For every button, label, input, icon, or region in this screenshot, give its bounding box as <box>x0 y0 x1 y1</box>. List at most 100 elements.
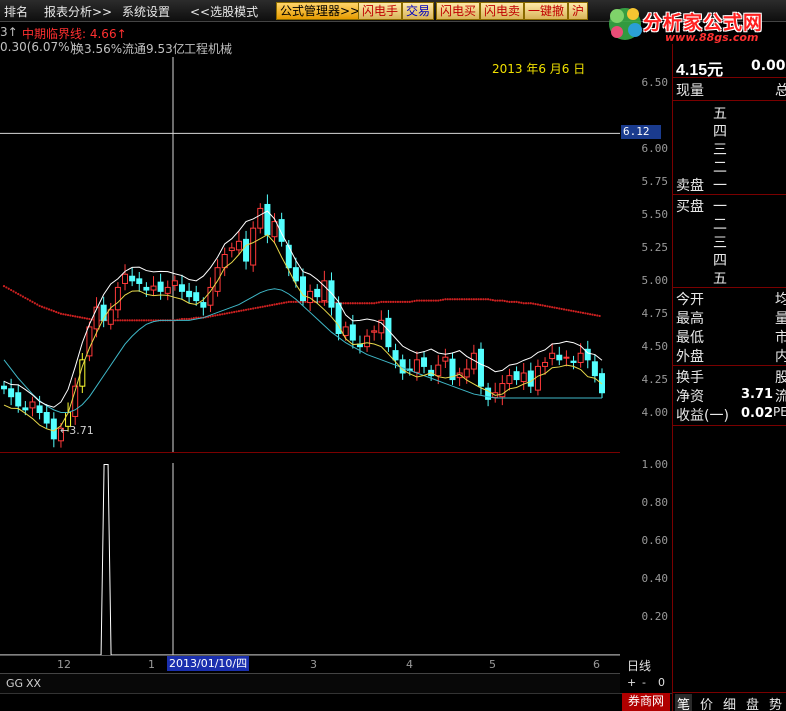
change-value: 0.30(6.07%) <box>0 40 75 54</box>
tab-book[interactable]: 盘 <box>746 694 759 711</box>
critical-line-dot <box>524 302 528 305</box>
gg-tab[interactable]: GG <box>6 677 23 690</box>
critical-line-dot <box>287 300 290 303</box>
zoom-reset-button[interactable]: 0 <box>658 676 665 689</box>
price-axis-tick: 4.75 <box>641 306 669 320</box>
critical-line-dot <box>555 306 559 310</box>
critical-line-dot <box>131 319 134 322</box>
candle-body <box>328 280 335 308</box>
candle-body <box>50 418 57 440</box>
flash-hand-button[interactable]: 闪电手 <box>358 2 403 20</box>
trade-button[interactable]: 交易 <box>402 2 435 20</box>
critical-line-dot <box>126 319 129 322</box>
candle-body <box>214 267 221 292</box>
critical-line-dot <box>21 295 25 298</box>
candle-body <box>15 392 22 407</box>
time-axis: 12 1 3 4 5 6 <box>0 655 620 672</box>
critical-line-dot <box>142 319 146 322</box>
critical-line-dot <box>375 301 378 304</box>
price-axis-tick: 4.50 <box>641 339 669 353</box>
critical-line-dot <box>565 308 568 311</box>
critical-line-dot <box>411 300 414 303</box>
broker-link[interactable]: 券商网 <box>622 693 670 711</box>
critical-line-dot <box>114 319 117 322</box>
price-axis-tick: 4.25 <box>641 372 669 386</box>
zoom-out-button[interactable]: - <box>642 676 646 689</box>
candle-body <box>435 364 442 377</box>
candle-body <box>556 354 563 361</box>
indicator-chart[interactable] <box>0 453 620 655</box>
candle-body <box>527 370 534 387</box>
menu-ranking[interactable]: 排名 <box>4 3 28 20</box>
menu-stock-picking-mode[interactable]: <<选股模式 <box>190 3 258 20</box>
candle-body <box>207 286 214 306</box>
critical-line-dot <box>83 317 86 320</box>
critical-line-dot <box>515 300 518 303</box>
candle-body <box>542 361 549 367</box>
critical-line-dot <box>294 300 297 303</box>
flash-sell-button[interactable]: 闪电卖 <box>480 2 525 20</box>
critical-line-dot <box>463 298 466 301</box>
tab-trend[interactable]: 势 <box>769 694 782 711</box>
critical-line-dot <box>532 302 535 305</box>
critical-line-dot <box>218 313 222 316</box>
tab-price[interactable]: 价 <box>700 694 713 711</box>
critical-line-dot <box>458 298 461 301</box>
critical-line-dot <box>55 310 58 314</box>
candle-body <box>506 375 513 385</box>
critical-line-dot <box>47 308 51 311</box>
critical-line-dot <box>377 301 381 304</box>
critical-line-dot <box>579 311 582 314</box>
critical-line-dot <box>247 308 250 311</box>
critical-line-dot <box>344 302 347 305</box>
flash-buy-button[interactable]: 闪电买 <box>436 2 481 20</box>
critical-line-dot <box>7 287 10 290</box>
critical-line-dot <box>479 298 483 301</box>
one-click-cancel-button[interactable]: 一键撤 <box>524 2 569 20</box>
zoom-in-button[interactable]: + <box>627 676 636 689</box>
critical-line-dot <box>589 313 592 316</box>
critical-line-dot <box>280 302 283 305</box>
critical-line-dot <box>596 314 599 317</box>
critical-line-dot <box>121 319 124 322</box>
critical-line-dot <box>138 319 141 322</box>
menu-system-settings[interactable]: 系统设置 <box>122 3 170 20</box>
critical-line-dot <box>62 313 65 316</box>
critical-line-dot <box>517 301 521 304</box>
period-selector[interactable]: 日线 <box>627 657 651 674</box>
critical-line-dot <box>470 298 473 301</box>
amount-label: 量 <box>775 311 786 327</box>
shanghai-button[interactable]: 沪 <box>568 2 589 20</box>
logo-url: www.88gs.com <box>665 31 759 44</box>
code-fragment: 3↑ <box>0 25 18 39</box>
price-chart[interactable] <box>0 57 620 452</box>
candle-body <box>463 368 470 378</box>
critical-line-dot <box>252 307 255 310</box>
tab-ticks[interactable]: 笔 <box>675 694 693 711</box>
critical-line-dot <box>237 310 241 313</box>
critical-line-dot <box>392 300 395 303</box>
price-axis-tick: 5.75 <box>641 175 669 189</box>
critical-line-dot <box>59 312 63 315</box>
formula-manager-button[interactable]: 公式管理器>> <box>276 2 365 20</box>
menu-report-analysis[interactable]: 报表分析>> <box>44 3 112 20</box>
critical-line-dot <box>536 303 540 306</box>
xx-tab[interactable]: XX <box>26 677 41 690</box>
tab-detail[interactable]: 细 <box>723 694 736 711</box>
critical-line-dot <box>577 310 580 314</box>
critical-line-dot <box>225 312 229 315</box>
critical-line-dot <box>384 300 388 303</box>
sell-level-5: 五 <box>713 106 727 122</box>
panel-divider <box>673 100 786 101</box>
critical-line-dot <box>230 311 233 314</box>
critical-line-dot <box>543 304 547 307</box>
critical-line-dot <box>123 319 127 322</box>
sell-level-3: 三 <box>713 142 727 158</box>
candle-body <box>228 247 235 252</box>
low-label: 最低 <box>676 330 704 346</box>
candle-body <box>107 309 114 325</box>
critical-line-dot <box>422 299 426 302</box>
critical-line-dot <box>581 311 585 314</box>
critical-line-dot <box>482 298 485 301</box>
candle-body <box>43 412 50 424</box>
